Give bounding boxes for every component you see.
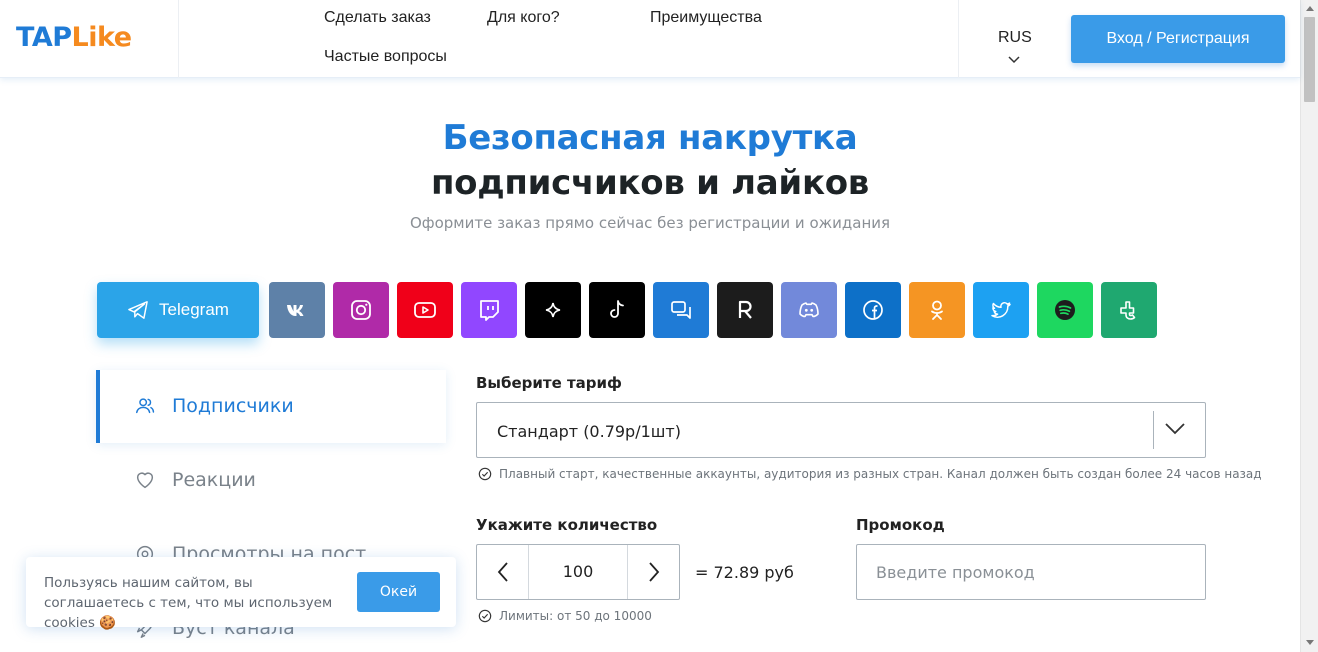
tariff-select[interactable]: Стандарт (0.79р/1шт) [476,402,1206,458]
platform-r-button[interactable] [717,282,773,338]
quantity-increase-button[interactable] [627,545,679,599]
tariff-label: Выберите тариф [476,374,622,392]
chevron-right-icon [648,562,659,582]
chevron-down-icon[interactable] [1164,422,1186,436]
platform-tiktok-button[interactable] [589,282,645,338]
language-selector[interactable]: RUS [998,29,1032,47]
logo[interactable]: TAPLike [16,22,132,53]
youtube-icon [414,302,436,318]
hero-subtitle: Оформите заказ прямо сейчас без регистра… [409,214,891,232]
platform-discord-button[interactable] [781,282,837,338]
platform-odnoklassniki-button[interactable] [909,282,965,338]
tiktok-alt-icon [1120,301,1136,320]
platform-telegram-button[interactable]: Telegram [97,282,259,338]
login-register-button[interactable]: Вход / Регистрация [1071,15,1285,63]
odnoklassniki-icon [931,300,943,320]
platform-instagram-button[interactable] [333,282,389,338]
logo-tap: TAP [16,22,72,53]
platform-tiktok-alt-button[interactable] [1101,282,1157,338]
platform-chat-button[interactable] [653,282,709,338]
nav-for-whom[interactable]: Для кого? [487,9,560,27]
header-divider [958,0,959,78]
scroll-up-arrow-icon[interactable] [1306,6,1314,11]
platform-youtube-button[interactable] [397,282,453,338]
promo-input[interactable] [856,544,1206,600]
side-item-reactions[interactable]: Реакции [134,469,256,491]
platform-sparkle-button[interactable] [525,282,581,338]
users-icon [136,398,155,414]
discord-icon [799,302,819,318]
limits-hint: Лимиты: от 50 до 10000 [478,609,652,623]
twitter-icon [991,302,1011,318]
tariff-select-value: Стандарт (0.79р/1шт) [497,422,681,441]
tariff-hint-text: Плавный старт, качественные аккаунты, ау… [499,467,1262,481]
vk-icon [287,305,304,316]
nav-faq[interactable]: Частые вопросы [324,48,447,66]
telegram-icon [128,301,148,319]
platform-facebook-button[interactable] [845,282,901,338]
total-price: = 72.89 руб [695,563,794,582]
instagram-icon [351,300,371,320]
chevron-left-icon [497,562,508,582]
facebook-icon [863,300,883,320]
quantity-value[interactable]: 100 [529,562,627,581]
select-divider [1153,411,1154,449]
scrollbar-thumb[interactable] [1304,17,1315,102]
platform-telegram-label: Telegram [159,300,229,319]
hero-title-line1: Безопасная накрутка [442,118,858,158]
platform-twitch-button[interactable] [461,282,517,338]
site-header: TAPLike Сделать заказ Для кого? Преимуще… [0,0,1300,78]
promo-label: Промокод [856,516,945,534]
quantity-decrease-button[interactable] [477,545,529,599]
heart-icon [136,472,154,489]
twitch-icon [480,300,499,321]
spotify-icon [1055,300,1075,320]
check-circle-icon [478,467,492,481]
side-item-subscribers[interactable]: Подписчики [134,395,294,417]
side-item-label: Подписчики [172,395,294,417]
platform-vk-button[interactable] [269,282,325,338]
logo-like: Like [71,22,133,53]
quantity-label: Укажите количество [476,516,658,534]
chat-icon [671,301,691,319]
quantity-stepper[interactable]: 100 [476,544,680,600]
chevron-down-icon[interactable] [1008,56,1020,64]
tariff-hint: Плавный старт, качественные аккаунты, ау… [478,467,1262,481]
hero-title-line2: подписчиков и лайков [430,163,869,203]
nav-advantages[interactable]: Преимущества [650,9,762,27]
platform-spotify-button[interactable] [1037,282,1093,338]
nav-order[interactable]: Сделать заказ [324,9,431,27]
cookie-text: Пользуясь нашим сайтом, вы соглашаетесь … [44,575,333,631]
limits-hint-text: Лимиты: от 50 до 10000 [499,609,652,623]
r-icon [738,300,752,319]
check-circle-icon [478,609,492,623]
scroll-down-arrow-icon[interactable] [1306,640,1314,645]
scrollbar[interactable] [1300,0,1318,652]
sparkle-icon [545,302,561,318]
cookie-banner: Пользуясь нашим сайтом, вы соглашаетесь … [26,557,456,631]
side-item-label: Реакции [172,469,256,491]
platform-twitter-button[interactable] [973,282,1029,338]
header-divider [178,0,179,78]
tiktok-icon [610,300,624,318]
cookie-accept-button[interactable]: Окей [357,572,440,612]
